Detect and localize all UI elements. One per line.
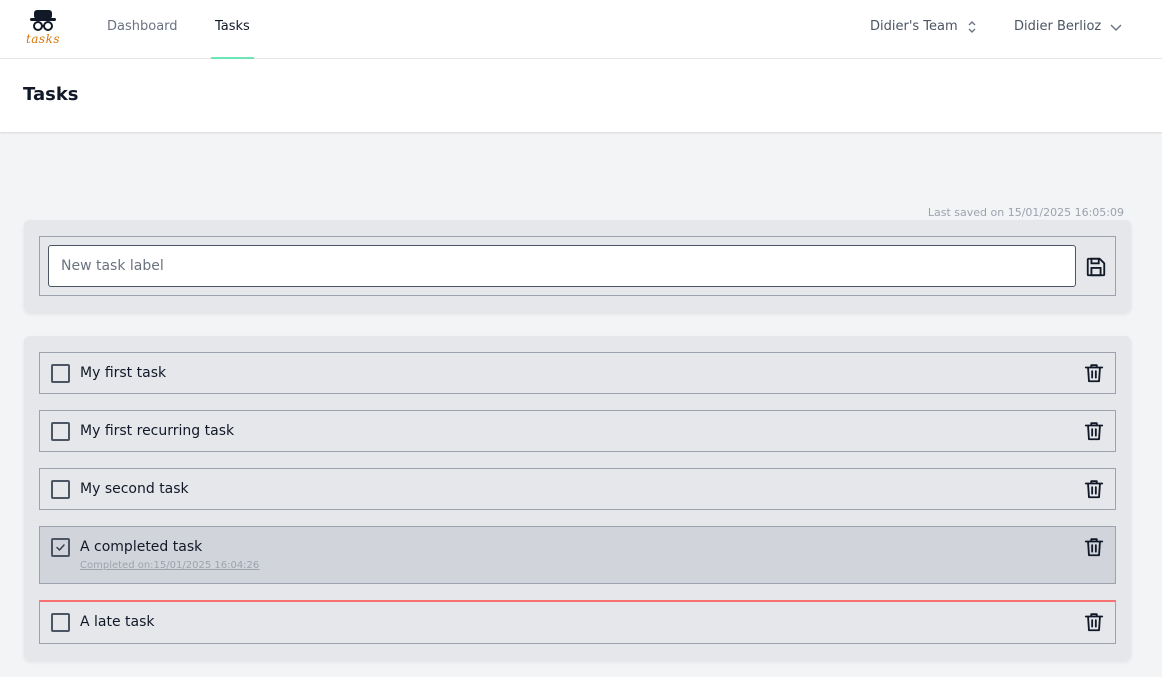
trash-icon[interactable] <box>1083 362 1105 384</box>
team-name: Didier's Team <box>870 19 958 34</box>
page-title: Tasks <box>23 84 79 105</box>
spy-hat-glasses-icon <box>30 10 56 31</box>
task-label: My first task <box>80 365 167 381</box>
new-task-input[interactable] <box>48 245 1076 287</box>
last-saved-status: Last saved on 15/01/2025 16:05:09 <box>927 206 1124 219</box>
task-checkbox[interactable] <box>51 364 70 383</box>
task-checkbox[interactable] <box>51 422 70 441</box>
task-item-completed: A completed task Completed on:15/01/2025… <box>39 526 1116 584</box>
task-item: My first task <box>39 352 1116 394</box>
trash-icon[interactable] <box>1083 536 1105 558</box>
nav-link-label: Dashboard <box>107 19 178 34</box>
chevron-up-down-icon <box>968 20 976 33</box>
task-checkbox[interactable] <box>51 613 70 632</box>
task-checkbox-checked[interactable] <box>51 538 70 557</box>
user-menu[interactable]: Didier Berlioz <box>1014 0 1123 53</box>
floppy-disk-icon[interactable] <box>1085 256 1107 278</box>
trash-icon[interactable] <box>1083 478 1105 500</box>
team-selector[interactable]: Didier's Team <box>870 0 978 53</box>
app-logo[interactable]: tasks <box>22 8 64 48</box>
task-item-late: A late task <box>39 600 1116 644</box>
nav-link-dashboard[interactable]: Dashboard <box>107 0 178 59</box>
task-label: My first recurring task <box>80 423 235 439</box>
nav-link-tasks[interactable]: Tasks <box>211 0 254 59</box>
new-task-card <box>24 220 1131 312</box>
task-label: My second task <box>80 481 189 497</box>
task-label: A completed task <box>80 539 203 555</box>
task-list: My first task My first recurring task My… <box>24 336 1131 660</box>
logo-text: tasks <box>25 32 61 46</box>
user-name: Didier Berlioz <box>1014 19 1102 34</box>
task-item: My first recurring task <box>39 410 1116 452</box>
chevron-down-icon <box>1110 24 1122 31</box>
completed-timestamp: Completed on:15/01/2025 16:04:26 <box>80 560 260 571</box>
task-checkbox[interactable] <box>51 480 70 499</box>
check-icon <box>56 544 65 551</box>
page-header: Tasks <box>0 59 1162 132</box>
top-navigation: tasks Dashboard Tasks Didier's Team Didi… <box>0 0 1162 59</box>
task-label: A late task <box>80 614 155 630</box>
trash-icon[interactable] <box>1083 611 1105 633</box>
task-item: My second task <box>39 468 1116 510</box>
new-task-form <box>39 236 1116 296</box>
trash-icon[interactable] <box>1083 420 1105 442</box>
nav-link-label: Tasks <box>215 19 250 34</box>
